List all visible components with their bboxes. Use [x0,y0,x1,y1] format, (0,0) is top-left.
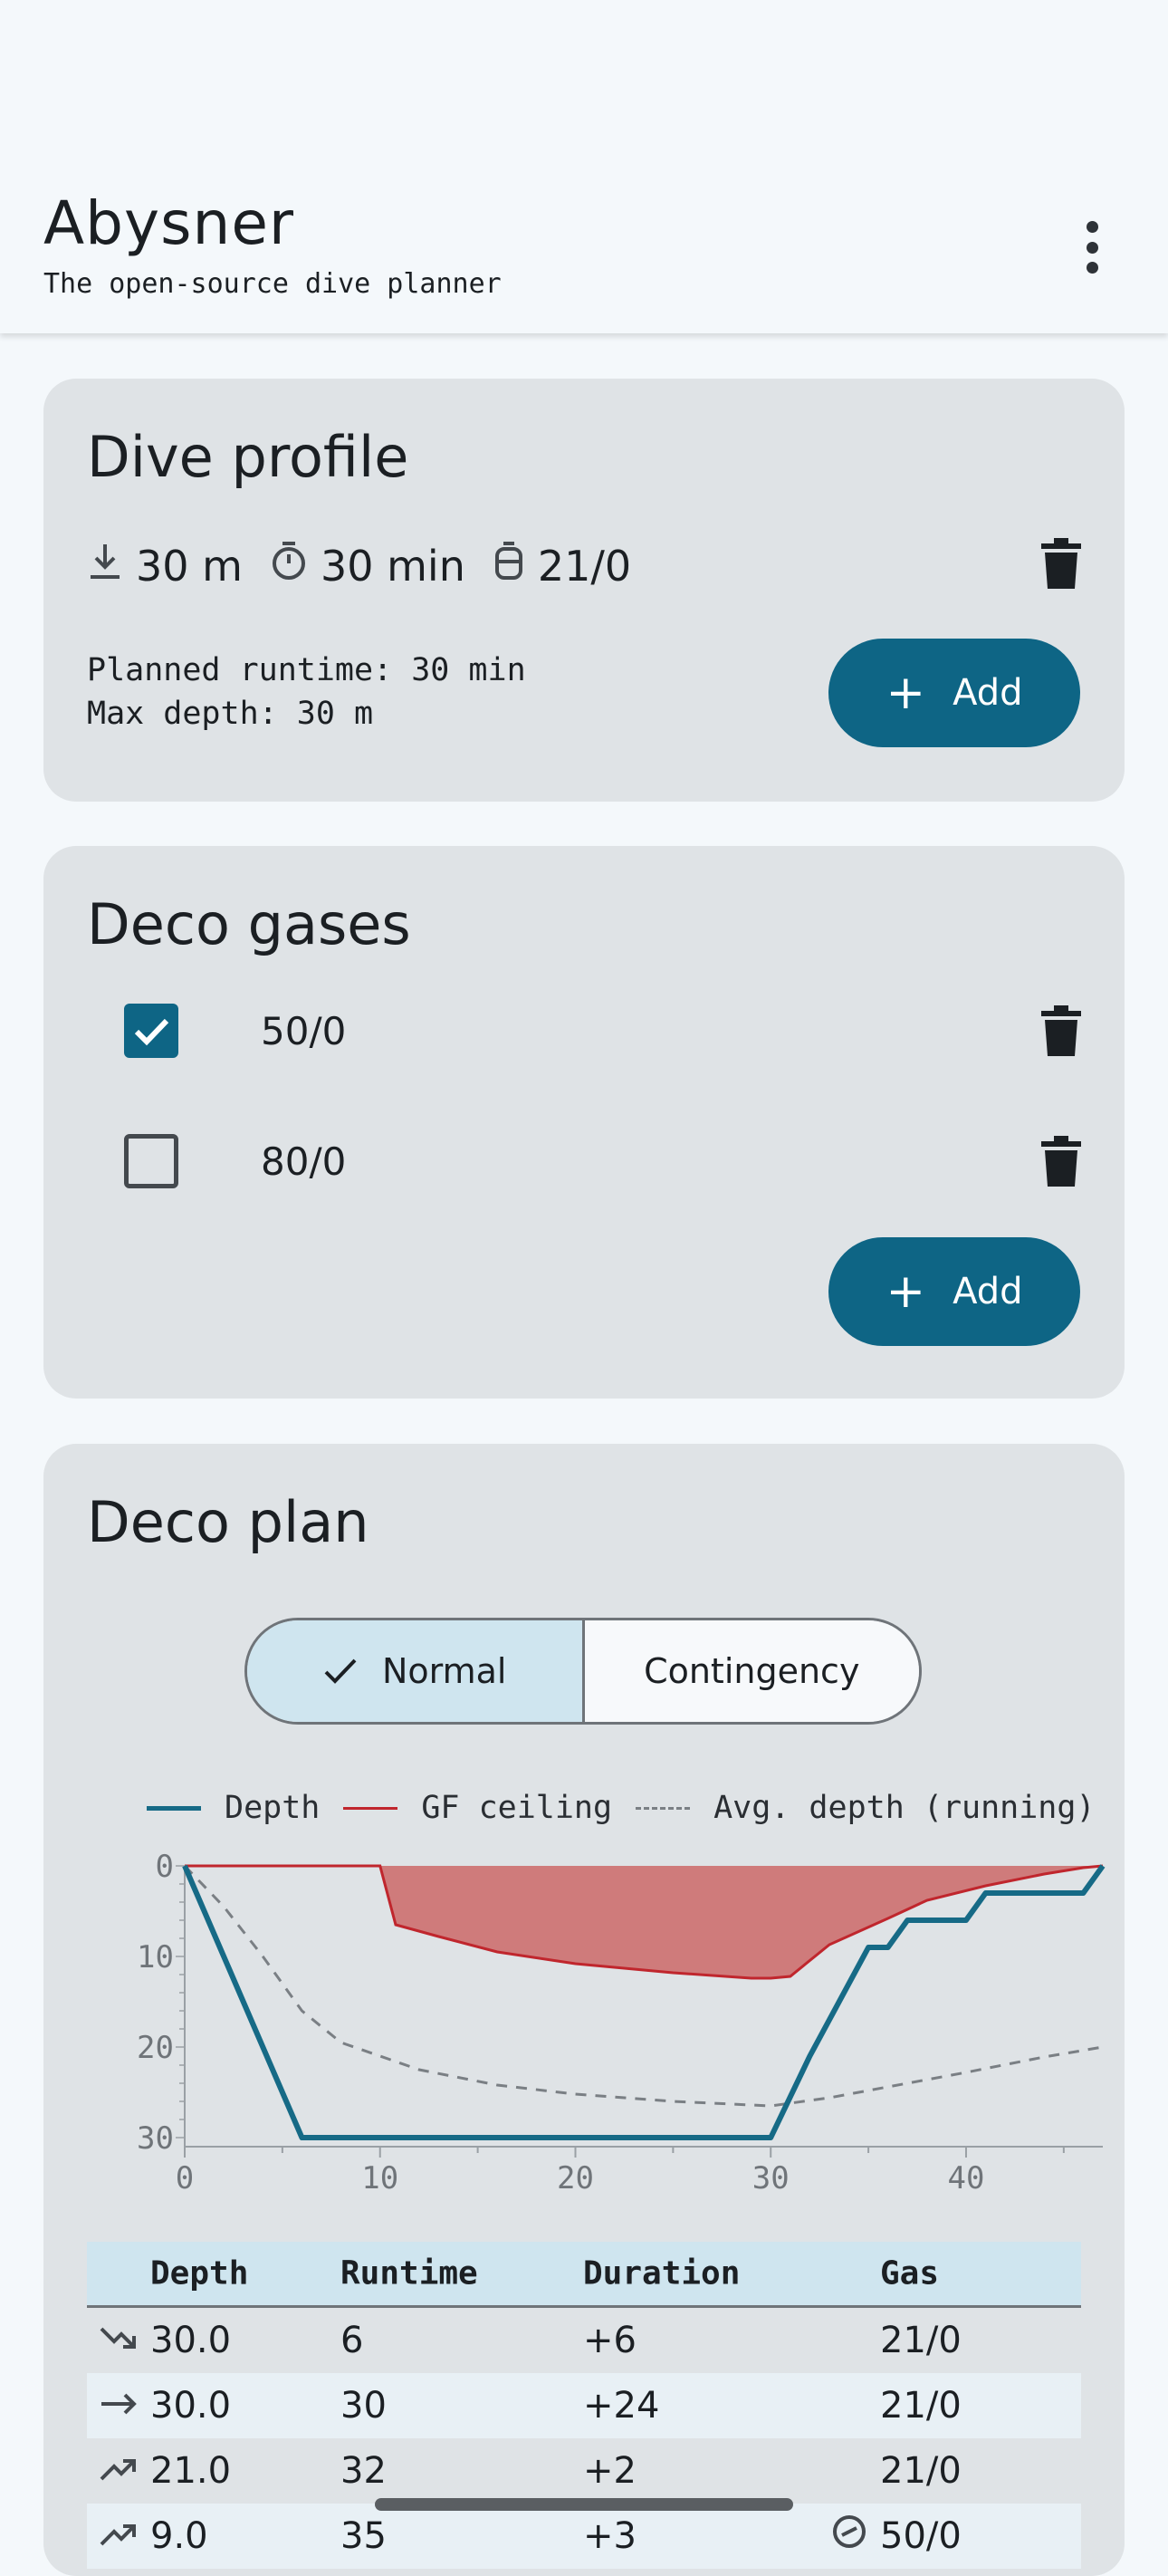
plus-icon: + [886,1264,926,1319]
cell-gas: 21/0 [880,2320,962,2361]
dive-profile-title: Dive profile [87,424,409,490]
add-segment-label: Add [953,672,1023,714]
trending-up-icon [100,2450,138,2492]
header-gas: Gas [880,2254,940,2292]
app-bar: Abysner The open-source dive planner [0,0,1168,333]
delete-icon[interactable] [1041,538,1081,589]
x-tick-label: 10 [361,2160,398,2196]
arrow-right-icon [100,2385,138,2427]
cell-duration: +2 [583,2450,637,2492]
legend-ceiling: GF ceiling [343,1790,612,1826]
trending-up-icon [100,2515,138,2557]
y-tick-label: 20 [137,2030,174,2066]
planned-runtime: Planned runtime: 30 min [87,652,526,688]
mode-contingency[interactable]: Contingency [584,1620,919,1722]
table-row: 21.0 32 +2 21/0 [87,2438,1081,2504]
cell-depth: 30.0 [150,2385,232,2427]
header-duration: Duration [583,2254,741,2292]
cell-runtime: 30 [340,2385,387,2427]
x-tick-label: 30 [752,2160,790,2196]
max-depth: Max depth: 30 m [87,696,374,732]
add-segment-button[interactable]: + Add [828,639,1080,747]
depth-value: 30 m [136,541,243,591]
deco-plan-title: Deco plan [87,1489,369,1555]
y-tick-label: 10 [137,1939,174,1975]
table-row: 30.0 30 +24 21/0 [87,2373,1081,2438]
legend-depth: Depth [147,1790,320,1826]
dive-profile-summary[interactable]: 30 m 30 min 21/0 [87,540,658,591]
home-indicator [375,2498,793,2511]
add-gas-button[interactable]: + Add [828,1237,1080,1346]
x-tick-label: 20 [557,2160,594,2196]
cell-gas: 21/0 [880,2385,962,2427]
cell-gas: 21/0 [880,2450,962,2492]
deco-chart: 0 10 20 30 40 0 10 20 30 [137,1849,1106,2196]
cell-duration: +3 [583,2515,637,2557]
gas-checkbox-80[interactable] [124,1134,178,1188]
header-depth: Depth [150,2254,249,2292]
delete-icon[interactable] [1041,1136,1081,1187]
cylinder-icon [493,540,525,591]
app-title: Abysner [43,188,295,258]
legend-depth-label: Depth [225,1790,321,1826]
check-icon [134,1018,169,1046]
trending-down-icon [100,2320,138,2361]
gas-checkbox-50[interactable] [124,1004,178,1058]
delete-icon[interactable] [1041,1005,1081,1056]
cell-duration: +6 [583,2320,637,2361]
y-tick-label: 0 [156,1849,174,1885]
deco-gases-card: Deco gases 50/0 80/0 + Add [43,846,1125,1399]
plan-mode-toggle[interactable]: Normal Contingency [244,1618,922,1725]
cell-runtime: 35 [340,2515,387,2557]
mode-normal[interactable]: Normal [247,1620,585,1722]
legend-avg: Avg. depth (running) [636,1790,1096,1826]
dive-profile-card: Dive profile 30 m 30 min 21/0 Planned ru… [43,379,1125,802]
duration-value: 30 min [320,541,465,591]
add-gas-label: Add [953,1271,1023,1312]
table-header: Depth Runtime Duration Gas [87,2242,1081,2308]
gas-switch-icon [831,2514,867,2559]
chart-legend: Depth GF ceiling Avg. depth (running) [147,1790,1119,1826]
cell-runtime: 6 [340,2320,364,2361]
app-subtitle: The open-source dive planner [43,268,502,300]
mode-normal-label: Normal [382,1651,507,1691]
deco-table: Depth Runtime Duration Gas 30.0 6 +6 21/… [87,2242,1081,2569]
check-icon [324,1658,357,1684]
mode-contingency-label: Contingency [644,1651,860,1691]
gas-value: 21/0 [537,541,632,591]
cell-runtime: 32 [340,2450,387,2492]
plus-icon: + [886,666,926,720]
deco-plan-card: Deco plan Normal Contingency Depth GF ce… [43,1444,1125,2576]
depth-icon [87,541,123,591]
cell-depth: 9.0 [150,2515,208,2557]
cell-depth: 21.0 [150,2450,232,2492]
legend-ceiling-label: GF ceiling [421,1790,613,1826]
table-row: 9.0 35 +3 50/0 [87,2504,1081,2569]
cell-duration: +24 [583,2385,660,2427]
x-tick-label: 0 [176,2160,194,2196]
gas-label: 50/0 [261,1009,347,1053]
legend-avg-label: Avg. depth (running) [713,1790,1096,1826]
deco-gases-title: Deco gases [87,891,411,957]
more-vert-icon[interactable] [1077,221,1106,274]
timer-icon [270,540,308,591]
y-tick-label: 30 [137,2120,174,2157]
x-tick-label: 40 [948,2160,985,2196]
gas-label: 80/0 [261,1139,347,1184]
header-runtime: Runtime [340,2254,478,2292]
cell-gas: 50/0 [880,2515,962,2557]
table-row: 30.0 6 +6 21/0 [87,2308,1081,2373]
cell-depth: 30.0 [150,2320,232,2361]
